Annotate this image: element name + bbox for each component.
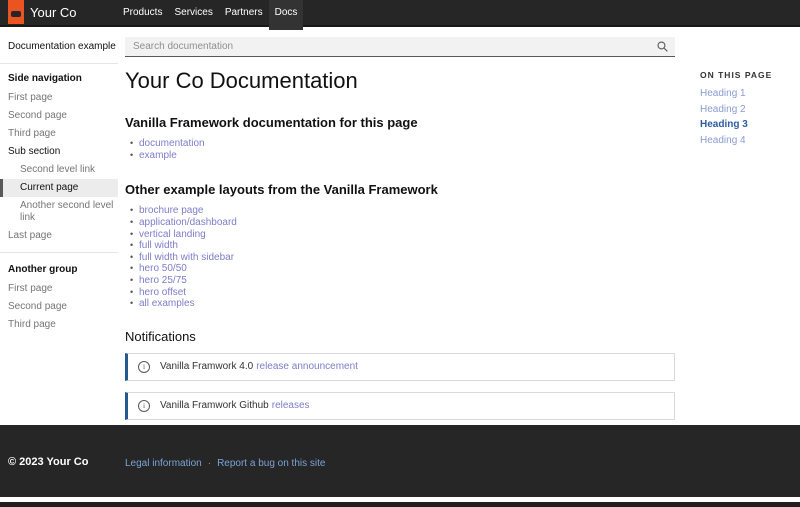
main-content: Your Co Documentation Vanilla Framework … [125,65,675,431]
section-heading: Other example layouts from the Vanilla F… [125,182,675,199]
footer-link-report-a-bug-on-this-site[interactable]: Report a bug on this site [217,458,325,469]
nav-item-products[interactable]: Products [117,0,168,25]
sidebar-item-third-page[interactable]: Third page [0,125,118,143]
doc-link-hero-25-75[interactable]: hero 25/75 [139,275,187,286]
nav-item-services[interactable]: Services [168,0,218,25]
sidebar-item-last-page[interactable]: Last page [0,227,118,245]
list-item: hero offset [139,287,675,299]
doc-link-example[interactable]: example [139,150,177,161]
sidebar-item-another-second-level-link[interactable]: Another second level link [0,197,118,227]
top-navbar: Your Co ProductsServicesPartnersDocs [0,0,800,27]
toc-link-heading-3[interactable]: Heading 3 [700,120,795,130]
sidebar-item-sub-section[interactable]: Sub section [0,143,118,161]
list-item: full width [139,240,675,252]
brand-home-link[interactable]: Your Co [8,0,77,25]
search-icon[interactable] [657,41,668,52]
sidebar-group-heading: Another group [0,260,118,280]
notification: i Vanilla Framwork 4.0release announcemen… [125,353,675,381]
notification-link-release-announcement[interactable]: release announcement [256,361,358,372]
information-icon: i [138,361,150,373]
window-bottom-edge [0,502,800,507]
list-item: vertical landing [139,229,675,241]
toc-links: Heading 1 Heading 2 Heading 3 Heading 4 [700,89,795,146]
footer-link-legal-information[interactable]: Legal information [125,458,202,469]
sidebar-group-heading: Side navigation [0,69,118,89]
doc-link-vertical-landing[interactable]: vertical landing [139,229,206,240]
search-bar [125,36,675,56]
page-footer: © 2023 Your Co Legal information · Report … [0,425,800,497]
list-item: full width with sidebar [139,252,675,264]
copyright-text: © 2023 Your Co [8,456,88,468]
doc-link-full-width-with-sidebar[interactable]: full width with sidebar [139,252,234,263]
sidebar-title-link[interactable]: Documentation example [8,41,116,52]
sidebar-item-first-page[interactable]: First page [0,280,118,298]
notification: i Vanilla Framwork Githubreleases [125,392,675,420]
doc-link-hero-offset[interactable]: hero offset [139,287,186,298]
list-item: hero 25/75 [139,275,675,287]
section-heading: Vanilla Framework documentation for this… [125,115,675,132]
nav-item-partners[interactable]: Partners [219,0,269,25]
notification-text: Vanilla Framwork 4.0 [160,361,253,372]
doc-link-hero-50-50[interactable]: hero 50/50 [139,263,187,274]
section-link-list: brochure pageapplication/dashboardvertic… [125,205,675,309]
main-navigation: ProductsServicesPartnersDocs [117,0,303,25]
list-item: all examples [139,298,675,310]
section-link-list: documentationexample [125,138,675,161]
list-item: application/dashboard [139,217,675,229]
side-navigation: Side navigationFirst pageSecond pageThir… [0,63,118,334]
sidebar-item-second-page[interactable]: Second page [0,107,118,125]
footer-links: Legal information · Report a bug on this s… [125,458,325,469]
toc-heading: ON THIS PAGE [700,70,795,80]
doc-section: Vanilla Framework documentation for this… [125,115,675,162]
toc-link-heading-1[interactable]: Heading 1 [700,89,795,99]
on-this-page-toc: ON THIS PAGE Heading 1 Heading 2 Heading 3… [700,70,795,151]
notifications-heading: Notifications [125,329,675,344]
company-logo-icon [8,0,24,24]
sidebar-item-second-page[interactable]: Second page [0,298,118,316]
notification-link-releases[interactable]: releases [272,400,310,411]
doc-section: Other example layouts from the Vanilla F… [125,182,675,310]
logo-mark [11,11,21,17]
sidebar-divider [0,252,118,253]
list-item: example [139,150,675,162]
nav-item-docs[interactable]: Docs [269,0,304,25]
doc-link-brochure-page[interactable]: brochure page [139,205,204,216]
sidebar-item-current-page[interactable]: Current page [0,179,118,197]
sidebar-item-second-level-link[interactable]: Second level link [0,161,118,179]
doc-link-documentation[interactable]: documentation [139,138,205,149]
notification-text: Vanilla Framwork Github [160,400,269,411]
notifications-list: i Vanilla Framwork 4.0release announcemen… [125,353,675,420]
sidebar-item-third-page[interactable]: Third page [0,316,118,334]
footer-separator: · [208,458,211,469]
toc-link-heading-2[interactable]: Heading 2 [700,105,795,115]
information-icon: i [138,400,150,412]
page-title: Your Co Documentation [125,67,675,95]
doc-sections: Vanilla Framework documentation for this… [125,115,675,310]
list-item: brochure page [139,205,675,217]
toc-link-heading-4[interactable]: Heading 4 [700,136,795,146]
brand-name: Your Co [30,5,77,20]
list-item: hero 50/50 [139,263,675,275]
doc-link-application-dashboard[interactable]: application/dashboard [139,217,237,228]
doc-link-all-examples[interactable]: all examples [139,298,195,309]
list-item: documentation [139,138,675,150]
sidebar-item-first-page[interactable]: First page [0,89,118,107]
search-input[interactable] [125,37,675,57]
doc-link-full-width[interactable]: full width [139,240,178,251]
